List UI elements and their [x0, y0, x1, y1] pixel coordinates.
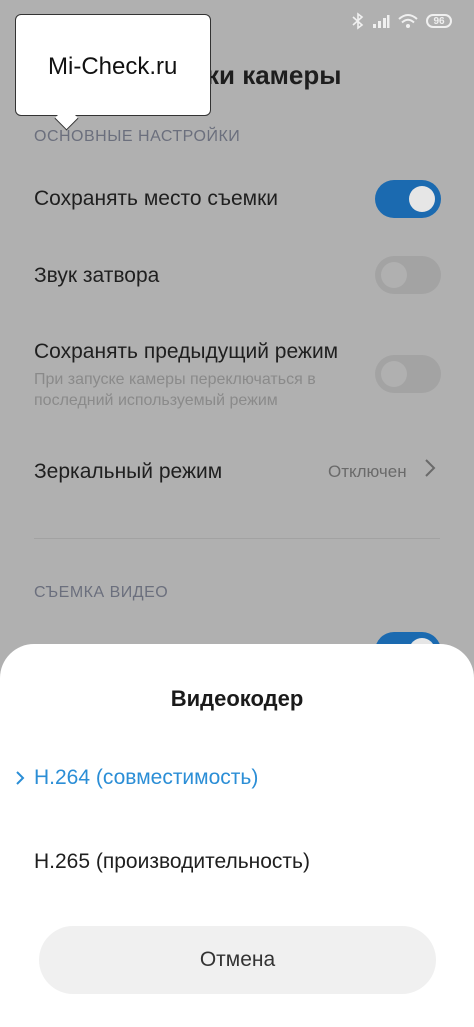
wifi-icon: [398, 14, 418, 28]
watermark-text: Mi-Check.ru: [48, 53, 178, 80]
section-header-main: ОСНОВНЫЕ НАСТРОЙКИ: [34, 128, 241, 145]
divider: [34, 538, 440, 539]
check-icon: [16, 771, 25, 785]
bottom-sheet: Видеокодер H.264 (совместимость) H.265 (…: [0, 644, 474, 1027]
mirror-mode-label: Зеркальный режим: [34, 460, 223, 483]
keep-mode-description: При запуске камеры переключаться в после…: [34, 371, 316, 409]
keep-mode-label: Сохранять предыдущий режим: [34, 340, 339, 363]
battery-icon: 96: [426, 14, 452, 28]
section-header-video: СЪЕМКА ВИДЕО: [34, 584, 169, 601]
watermark-logo: Mi-Check.ru: [15, 14, 211, 116]
option-h264[interactable]: H.264 (совместимость): [34, 766, 258, 790]
toggle-knob: [381, 262, 407, 288]
keep-mode-toggle[interactable]: [375, 355, 441, 393]
chevron-right-icon: [425, 459, 436, 477]
sheet-title: Видеокодер: [170, 686, 304, 711]
status-icons: 96: [352, 12, 452, 30]
shutter-sound-toggle[interactable]: [375, 256, 441, 294]
save-location-toggle[interactable]: [375, 180, 441, 218]
cancel-button[interactable]: Отмена: [39, 926, 436, 994]
signal-icon: [373, 15, 390, 28]
shutter-sound-label: Звук затвора: [34, 264, 160, 287]
option-h265[interactable]: H.265 (производительность): [34, 850, 310, 874]
toggle-knob: [409, 186, 435, 212]
bluetooth-icon: [352, 12, 364, 30]
mirror-mode-value: Отключен: [328, 462, 407, 481]
page-title: йки камеры: [190, 60, 342, 90]
toggle-knob: [381, 361, 407, 387]
save-location-label: Сохранять место съемки: [34, 187, 279, 210]
